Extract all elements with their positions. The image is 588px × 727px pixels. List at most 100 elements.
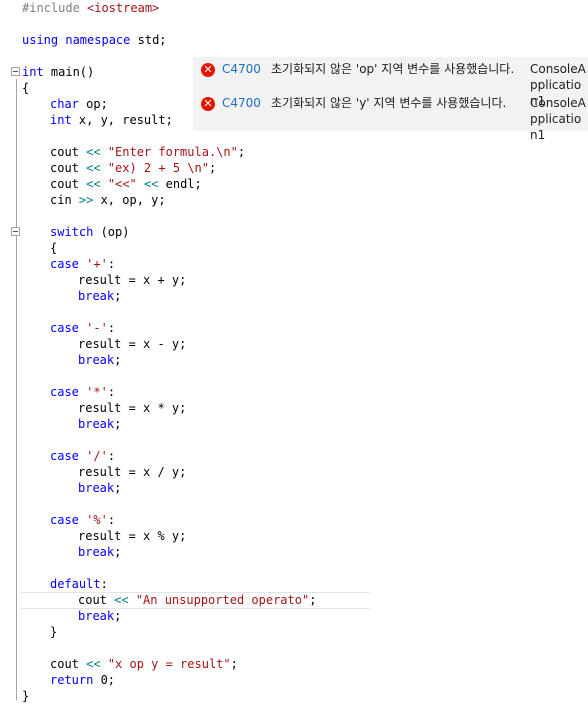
- keyword: break: [78, 289, 115, 303]
- code-line-default[interactable]: default:: [50, 576, 108, 592]
- code-text: 0;: [93, 673, 116, 687]
- code-line-cout-result[interactable]: cout << "x op y = result";: [50, 656, 238, 672]
- code-line-break-1[interactable]: break;: [78, 288, 121, 304]
- keyword: case: [50, 321, 79, 335]
- keyword: case: [50, 385, 79, 399]
- code-text: :: [107, 513, 116, 527]
- code-text: {: [22, 81, 30, 95]
- code-text: ;: [230, 657, 238, 671]
- code-text: (op): [93, 225, 130, 239]
- code-line-case-div-body[interactable]: result = x / y;: [78, 464, 186, 480]
- code-line-case-minus-body[interactable]: result = x - y;: [78, 336, 186, 352]
- operator: <<: [143, 177, 159, 191]
- error-message: 초기화되지 않은 'y' 지역 변수를 사용했습니다.: [271, 96, 507, 110]
- code-line-main[interactable]: int main(): [22, 64, 94, 80]
- preprocessor: #include: [22, 1, 88, 15]
- error-row[interactable]: ✕ C4700 초기화되지 않은 'y' 지역 변수를 사용했습니다. Cons…: [193, 93, 588, 142]
- code-text: x, op, y;: [93, 193, 166, 207]
- code-text: op;: [78, 97, 108, 111]
- code-line-include[interactable]: #include <iostream>: [22, 0, 159, 16]
- code-text: endl;: [158, 177, 202, 191]
- code-line-using[interactable]: using namespace std;: [22, 32, 167, 48]
- code-text: :: [107, 257, 116, 271]
- string: "Enter formula.\n": [107, 145, 238, 159]
- code-line-cout-3[interactable]: cout << "<<" << endl;: [50, 176, 202, 192]
- string: '-': [86, 321, 108, 335]
- code-line-default-body[interactable]: cout << "An unsupported operato";: [78, 592, 316, 608]
- operator: <<: [86, 161, 101, 175]
- code-line-decl-op[interactable]: char op;: [50, 96, 108, 112]
- code-line-break-6[interactable]: break;: [78, 608, 121, 624]
- keyword: break: [78, 545, 115, 559]
- code-text: result = x + y;: [78, 273, 187, 287]
- code-line-cout-1[interactable]: cout << "Enter formula.\n";: [50, 144, 245, 160]
- code-line-return[interactable]: return 0;: [50, 672, 115, 688]
- code-line-switch-close[interactable]: }: [50, 624, 57, 640]
- fold-toggle-main[interactable]: [11, 67, 20, 76]
- keyword: case: [50, 449, 79, 463]
- code-text: result = x * y;: [78, 401, 187, 415]
- keyword: int: [50, 113, 72, 127]
- code-text: :: [107, 321, 116, 335]
- fold-toggle-switch[interactable]: [11, 227, 20, 236]
- code-text: cout: [50, 657, 87, 671]
- code-line-case-mod[interactable]: case '%':: [50, 512, 115, 528]
- code-line-break-5[interactable]: break;: [78, 544, 121, 560]
- code-text: std;: [130, 33, 167, 47]
- error-code-link[interactable]: C4700: [222, 61, 261, 77]
- keyword: switch: [50, 225, 94, 239]
- code-line-case-mod-body[interactable]: result = x % y;: [78, 528, 186, 544]
- code-text: main(): [43, 65, 95, 79]
- code-line-switch-brace[interactable]: {: [50, 240, 57, 256]
- code-editor[interactable]: #include <iostream> using namespace std;…: [0, 0, 588, 727]
- code-line-cout-2[interactable]: cout << "ex) 2 + 5 \n";: [50, 160, 216, 176]
- code-line-break-3[interactable]: break;: [78, 416, 121, 432]
- code-text: }: [50, 625, 58, 639]
- code-text: ;: [114, 545, 122, 559]
- code-text: :: [100, 577, 108, 591]
- code-text: :: [107, 449, 116, 463]
- code-line-break-4[interactable]: break;: [78, 480, 121, 496]
- error-icon: ✕: [201, 97, 215, 111]
- string: '+': [86, 257, 108, 271]
- code-line-main-close[interactable]: }: [22, 688, 29, 704]
- fold-guide-switch: [16, 239, 17, 639]
- code-text: cout: [78, 593, 115, 607]
- code-line-case-minus[interactable]: case '-':: [50, 320, 115, 336]
- string: "An unsupported operato": [135, 593, 310, 607]
- error-code-link[interactable]: C4700: [222, 95, 261, 111]
- code-text: ;: [237, 145, 246, 159]
- code-line-case-mul[interactable]: case '*':: [50, 384, 115, 400]
- code-line-switch[interactable]: switch (op): [50, 224, 129, 240]
- error-row[interactable]: ✕ C4700 초기화되지 않은 'op' 지역 변수를 사용했습니다. Con…: [193, 59, 588, 108]
- operator: >>: [78, 193, 94, 207]
- code-line-case-div[interactable]: case '/':: [50, 448, 115, 464]
- code-text: cin: [50, 193, 79, 207]
- code-text: ;: [114, 353, 122, 367]
- code-text: ;: [114, 481, 122, 495]
- error-message: 초기화되지 않은 'op' 지역 변수를 사용했습니다.: [271, 62, 515, 76]
- string: "x op y = result": [107, 657, 231, 671]
- keyword: return: [50, 673, 94, 687]
- code-line-break-2[interactable]: break;: [78, 352, 121, 368]
- code-text: cout: [50, 177, 87, 191]
- code-text: ;: [114, 417, 122, 431]
- code-line-case-plus-body[interactable]: result = x + y;: [78, 272, 186, 288]
- string: "ex) 2 + 5 \n": [107, 161, 209, 175]
- keyword: case: [50, 513, 79, 527]
- code-line-case-mul-body[interactable]: result = x * y;: [78, 400, 186, 416]
- code-line-open-brace[interactable]: {: [22, 80, 29, 96]
- code-text: result = x / y;: [78, 465, 187, 479]
- code-line-case-plus[interactable]: case '+':: [50, 256, 115, 272]
- keyword: break: [78, 609, 115, 623]
- keyword: case: [50, 257, 79, 271]
- string: '%': [86, 513, 108, 527]
- code-text: result = x % y;: [78, 529, 187, 543]
- operator: <<: [86, 177, 101, 191]
- code-line-decl-xy[interactable]: int x, y, result;: [50, 112, 173, 128]
- code-text: ;: [114, 609, 122, 623]
- code-line-cin[interactable]: cin >> x, op, y;: [50, 192, 166, 208]
- keyword: break: [78, 353, 115, 367]
- code-text: cout: [50, 145, 87, 159]
- string: '/': [86, 449, 108, 463]
